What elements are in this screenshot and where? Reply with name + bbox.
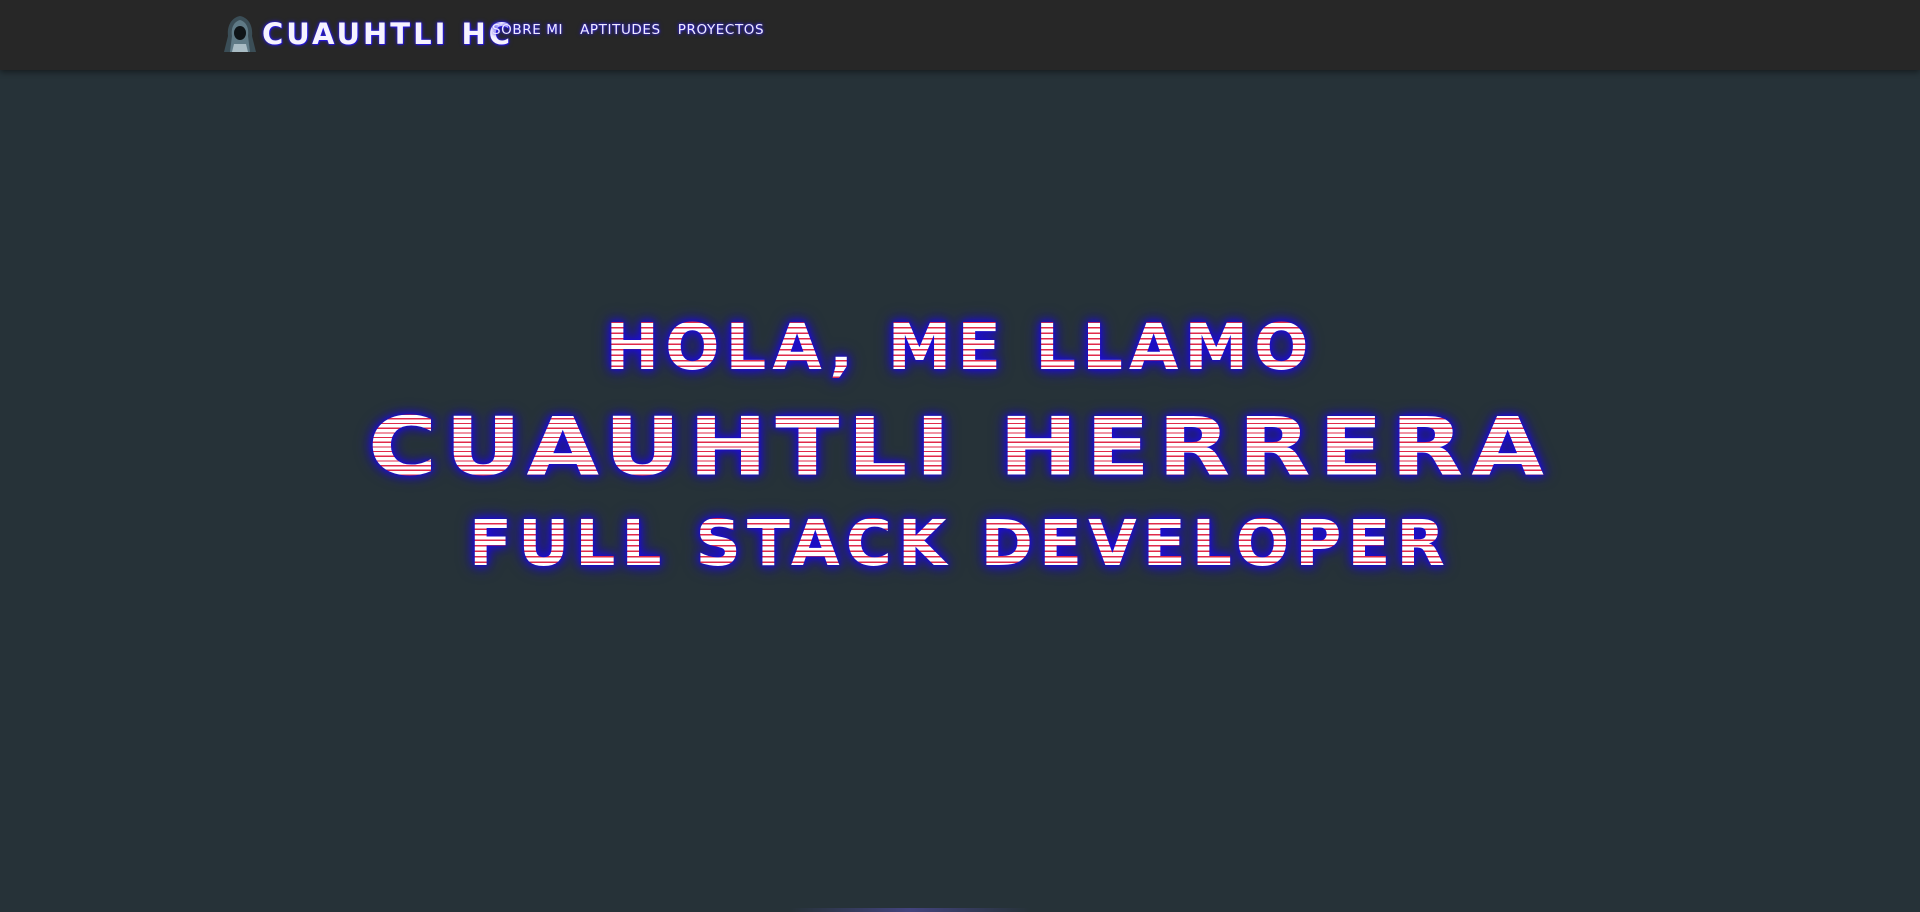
top-navbar: CUAUHTLI HC SOBRE MI APTITUDES PROYECTOS bbox=[0, 0, 1920, 70]
hero-role: FULL STACK DEVELOPER bbox=[0, 508, 1920, 580]
hero-name: CUAUHTLI HERRERA bbox=[0, 405, 1920, 491]
nav-link-sobre-mi[interactable]: SOBRE MI bbox=[492, 22, 563, 38]
brand-title: CUAUHTLI HC bbox=[262, 17, 514, 51]
brand-link[interactable]: CUAUHTLI HC bbox=[222, 12, 513, 56]
next-section-edge bbox=[790, 908, 1030, 912]
nav-link-proyectos[interactable]: PROYECTOS bbox=[678, 22, 764, 38]
hero-greeting: HOLA, ME LLAMO bbox=[0, 312, 1920, 384]
nav-links: SOBRE MI APTITUDES PROYECTOS bbox=[492, 22, 764, 38]
nav-link-aptitudes[interactable]: APTITUDES bbox=[580, 22, 661, 38]
hooded-hacker-icon bbox=[224, 16, 256, 52]
hero-section: HOLA, ME LLAMO CUAUHTLI HERRERA FULL STA… bbox=[0, 0, 1920, 912]
